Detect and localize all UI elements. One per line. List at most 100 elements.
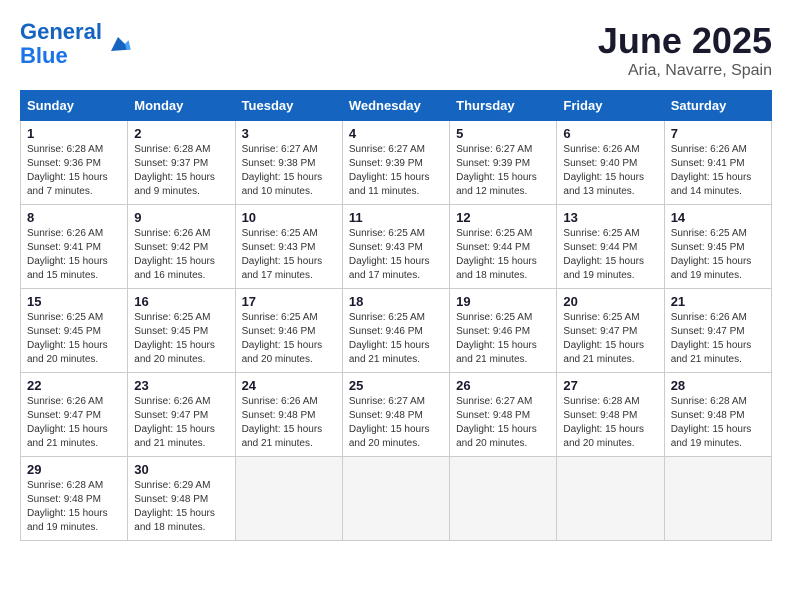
day-number: 14 — [671, 210, 765, 225]
calendar-cell: 28Sunrise: 6:28 AMSunset: 9:48 PMDayligh… — [664, 373, 771, 457]
day-number: 22 — [27, 378, 121, 393]
day-number: 29 — [27, 462, 121, 477]
calendar-week-row: 15Sunrise: 6:25 AMSunset: 9:45 PMDayligh… — [21, 289, 772, 373]
calendar-cell: 12 Sunrise: 6:25 AMSunset: 9:44 PMDayligh… — [450, 205, 557, 289]
cell-details: Sunrise: 6:27 AMSunset: 9:38 PMDaylight:… — [242, 143, 336, 199]
day-number: 5 — [456, 126, 550, 141]
logo: General Blue — [20, 20, 132, 68]
calendar-header-row: SundayMondayTuesdayWednesdayThursdayFrid… — [21, 91, 772, 121]
logo-text: General Blue — [20, 20, 102, 68]
calendar-cell: 22 Sunrise: 6:26 AMSunset: 9:47 PMDayligh… — [21, 373, 128, 457]
day-number: 12 — [456, 210, 550, 225]
day-number: 23 — [134, 378, 228, 393]
day-number: 4 — [349, 126, 443, 141]
day-number: 18 — [349, 294, 443, 309]
calendar-week-row: 1 Sunrise: 6:28 AMSunset: 9:36 PMDaylight… — [21, 121, 772, 205]
day-number: 11 — [349, 210, 443, 225]
day-number: 21 — [671, 294, 765, 309]
day-number: 27 — [563, 378, 657, 393]
calendar-cell: 16 Sunrise: 6:25 AMSunset: 9:45 PMDayligh… — [128, 289, 235, 373]
calendar-cell: 29 Sunrise: 6:28 AMSunset: 9:48 PMDayligh… — [21, 457, 128, 541]
cell-details: Sunrise: 6:26 AMSunset: 9:41 PMDaylight:… — [27, 227, 121, 283]
cell-details: Sunrise: 6:25 AMSunset: 9:45 PMDaylight:… — [134, 311, 228, 367]
cell-details: Sunrise: 6:25 AMSunset: 9:45 PMDaylight:… — [671, 227, 765, 283]
day-number: 9 — [134, 210, 228, 225]
location-title: Aria, Navarre, Spain — [598, 62, 772, 80]
calendar-cell — [557, 457, 664, 541]
calendar-cell: 11 Sunrise: 6:25 AMSunset: 9:43 PMDayligh… — [342, 205, 449, 289]
day-number: 7 — [671, 126, 765, 141]
calendar-cell: 3 Sunrise: 6:27 AMSunset: 9:38 PMDaylight… — [235, 121, 342, 205]
logo-icon — [104, 30, 132, 58]
day-number: 1 — [27, 126, 121, 141]
calendar-cell: 7Sunrise: 6:26 AMSunset: 9:41 PMDaylight… — [664, 121, 771, 205]
calendar-week-row: 29 Sunrise: 6:28 AMSunset: 9:48 PMDayligh… — [21, 457, 772, 541]
cell-details: Sunrise: 6:25 AMSunset: 9:43 PMDaylight:… — [349, 227, 443, 283]
cell-details: Sunrise: 6:29 AMSunset: 9:48 PMDaylight:… — [134, 479, 228, 535]
cell-details: Sunrise: 6:25 AMSunset: 9:44 PMDaylight:… — [563, 227, 657, 283]
calendar-cell: 8Sunrise: 6:26 AMSunset: 9:41 PMDaylight… — [21, 205, 128, 289]
cell-details: Sunrise: 6:28 AMSunset: 9:48 PMDaylight:… — [27, 479, 121, 535]
calendar-cell — [450, 457, 557, 541]
month-title: June 2025 — [598, 20, 772, 62]
calendar-cell: 13 Sunrise: 6:25 AMSunset: 9:44 PMDayligh… — [557, 205, 664, 289]
cell-details: Sunrise: 6:27 AMSunset: 9:39 PMDaylight:… — [349, 143, 443, 199]
weekday-header-friday: Friday — [557, 91, 664, 121]
cell-details: Sunrise: 6:26 AMSunset: 9:47 PMDaylight:… — [27, 395, 121, 451]
cell-details: Sunrise: 6:26 AMSunset: 9:42 PMDaylight:… — [134, 227, 228, 283]
day-number: 13 — [563, 210, 657, 225]
day-number: 24 — [242, 378, 336, 393]
day-number: 19 — [456, 294, 550, 309]
calendar-cell: 1 Sunrise: 6:28 AMSunset: 9:36 PMDaylight… — [21, 121, 128, 205]
cell-details: Sunrise: 6:25 AMSunset: 9:46 PMDaylight:… — [242, 311, 336, 367]
day-number: 20 — [563, 294, 657, 309]
cell-details: Sunrise: 6:25 AMSunset: 9:44 PMDaylight:… — [456, 227, 550, 283]
cell-details: Sunrise: 6:25 AMSunset: 9:46 PMDaylight:… — [349, 311, 443, 367]
title-block: June 2025 Aria, Navarre, Spain — [598, 20, 772, 80]
page-header: General Blue June 2025 Aria, Navarre, Sp… — [20, 20, 772, 80]
day-number: 6 — [563, 126, 657, 141]
weekday-header-thursday: Thursday — [450, 91, 557, 121]
calendar-cell: 14 Sunrise: 6:25 AMSunset: 9:45 PMDayligh… — [664, 205, 771, 289]
calendar-table: SundayMondayTuesdayWednesdayThursdayFrid… — [20, 90, 772, 541]
calendar-cell: 23 Sunrise: 6:26 AMSunset: 9:47 PMDayligh… — [128, 373, 235, 457]
cell-details: Sunrise: 6:26 AMSunset: 9:47 PMDaylight:… — [671, 311, 765, 367]
weekday-header-wednesday: Wednesday — [342, 91, 449, 121]
calendar-cell: 18 Sunrise: 6:25 AMSunset: 9:46 PMDayligh… — [342, 289, 449, 373]
weekday-header-sunday: Sunday — [21, 91, 128, 121]
cell-details: Sunrise: 6:28 AMSunset: 9:36 PMDaylight:… — [27, 143, 121, 199]
cell-details: Sunrise: 6:27 AMSunset: 9:39 PMDaylight:… — [456, 143, 550, 199]
cell-details: Sunrise: 6:26 AMSunset: 9:40 PMDaylight:… — [563, 143, 657, 199]
calendar-cell: 15Sunrise: 6:25 AMSunset: 9:45 PMDayligh… — [21, 289, 128, 373]
day-number: 10 — [242, 210, 336, 225]
calendar-cell — [342, 457, 449, 541]
cell-details: Sunrise: 6:27 AMSunset: 9:48 PMDaylight:… — [349, 395, 443, 451]
cell-details: Sunrise: 6:25 AMSunset: 9:45 PMDaylight:… — [27, 311, 121, 367]
calendar-cell: 6 Sunrise: 6:26 AMSunset: 9:40 PMDaylight… — [557, 121, 664, 205]
cell-details: Sunrise: 6:26 AMSunset: 9:47 PMDaylight:… — [134, 395, 228, 451]
calendar-cell: 19 Sunrise: 6:25 AMSunset: 9:46 PMDayligh… — [450, 289, 557, 373]
calendar-cell: 30 Sunrise: 6:29 AMSunset: 9:48 PMDayligh… — [128, 457, 235, 541]
calendar-week-row: 22 Sunrise: 6:26 AMSunset: 9:47 PMDayligh… — [21, 373, 772, 457]
weekday-header-monday: Monday — [128, 91, 235, 121]
calendar-cell: 9 Sunrise: 6:26 AMSunset: 9:42 PMDaylight… — [128, 205, 235, 289]
calendar-cell: 4 Sunrise: 6:27 AMSunset: 9:39 PMDaylight… — [342, 121, 449, 205]
cell-details: Sunrise: 6:25 AMSunset: 9:43 PMDaylight:… — [242, 227, 336, 283]
weekday-header-saturday: Saturday — [664, 91, 771, 121]
cell-details: Sunrise: 6:28 AMSunset: 9:37 PMDaylight:… — [134, 143, 228, 199]
cell-details: Sunrise: 6:28 AMSunset: 9:48 PMDaylight:… — [563, 395, 657, 451]
calendar-cell: 10 Sunrise: 6:25 AMSunset: 9:43 PMDayligh… — [235, 205, 342, 289]
day-number: 25 — [349, 378, 443, 393]
cell-details: Sunrise: 6:26 AMSunset: 9:48 PMDaylight:… — [242, 395, 336, 451]
calendar-cell — [235, 457, 342, 541]
cell-details: Sunrise: 6:25 AMSunset: 9:47 PMDaylight:… — [563, 311, 657, 367]
day-number: 2 — [134, 126, 228, 141]
calendar-cell: 24 Sunrise: 6:26 AMSunset: 9:48 PMDayligh… — [235, 373, 342, 457]
day-number: 3 — [242, 126, 336, 141]
day-number: 16 — [134, 294, 228, 309]
day-number: 17 — [242, 294, 336, 309]
cell-details: Sunrise: 6:25 AMSunset: 9:46 PMDaylight:… — [456, 311, 550, 367]
calendar-cell: 5 Sunrise: 6:27 AMSunset: 9:39 PMDaylight… — [450, 121, 557, 205]
calendar-cell: 27 Sunrise: 6:28 AMSunset: 9:48 PMDayligh… — [557, 373, 664, 457]
day-number: 30 — [134, 462, 228, 477]
